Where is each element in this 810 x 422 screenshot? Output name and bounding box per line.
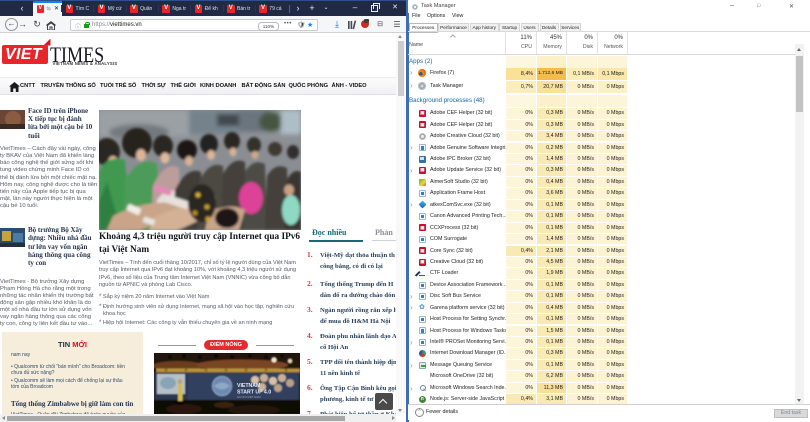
svg-text:HA NOI VIET NAM: HA NOI VIET NAM (237, 395, 261, 399)
svg-text:VIETNAM: VIETNAM (237, 383, 260, 389)
